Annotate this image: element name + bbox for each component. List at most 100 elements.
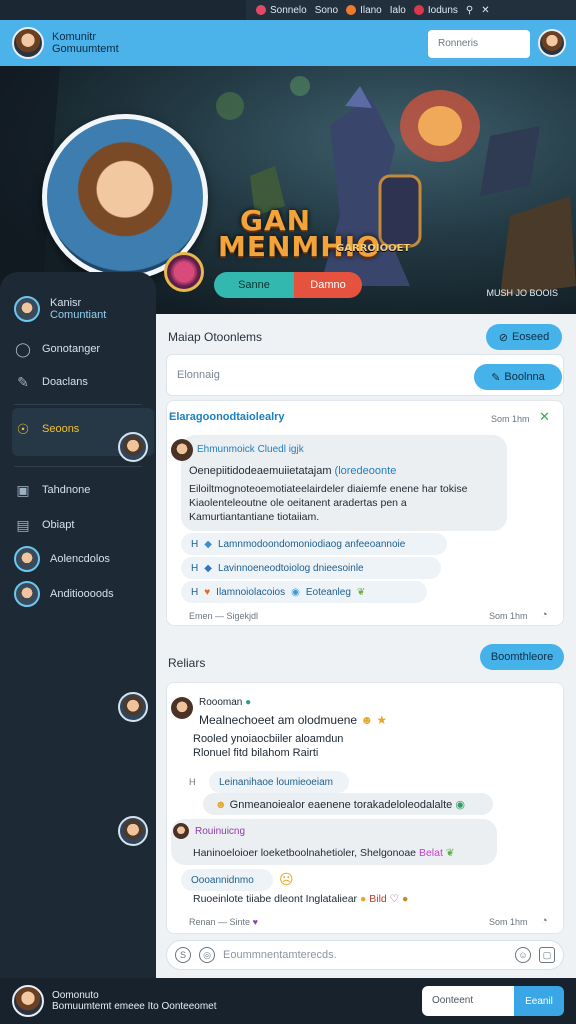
post-line: Mealnechoeet am olodmuene ☻ ★ — [199, 713, 388, 727]
sidebar-item-messages[interactable]: ◯ Gonotanger — [14, 340, 100, 358]
hash-icon: H — [191, 562, 199, 574]
close-icon[interactable]: ✕ — [481, 5, 489, 16]
demo-button[interactable]: Damno — [294, 272, 362, 298]
verified-icon: ● — [245, 697, 252, 708]
diamond-icon: ◆ — [204, 538, 212, 550]
seed-button[interactable]: ⊘ Eoseed — [486, 324, 562, 350]
section-title: Reliars — [168, 656, 206, 670]
post-line: Rlonuel fitd bilahom Rairti — [193, 747, 319, 759]
bottom-title: Oomonuto Bomuumtemt emeee Ito Oonteeomet — [52, 990, 217, 1012]
app-header: Komunitr Gomuumtemt Ronneris — [0, 20, 576, 66]
topbar-item-1[interactable]: Sonnelo — [256, 5, 307, 16]
compose-bar: S ◎ Eoummnentamterecds. ☺ ▢ — [166, 940, 564, 970]
sidebar-item-objects[interactable]: ▤ Obiapt — [14, 516, 74, 534]
add-icon[interactable]: S — [175, 947, 191, 963]
card-footer-time: Som 1hm — [489, 611, 528, 621]
member-avatar[interactable] — [118, 692, 148, 722]
game-logo: GAN MENMHIO GARROIOOET — [218, 204, 411, 263]
search-button[interactable]: ✎ Boolnna — [474, 364, 562, 390]
sidebar-item-seasons[interactable]: ☉ Seoons — [14, 420, 80, 438]
close-icon[interactable]: ✕ — [539, 409, 550, 425]
sidebar-item-friend-1[interactable]: Aolencdolos — [14, 546, 110, 572]
post-line: Eiloiltmognoteoemotiateelairdeler diaiem… — [189, 483, 468, 495]
emoji-icon: ● — [359, 893, 367, 905]
list-item[interactable]: H ◆ Lavinnoeneodtoiolog dnieesoinle — [181, 557, 441, 579]
post-line: Oenepiitidodeaemuiietatajam (loredeoonte — [189, 465, 397, 477]
emoji-icon[interactable]: ☺ — [515, 947, 531, 963]
header-search-input[interactable]: Ronneris — [428, 30, 530, 58]
sidebar-profile[interactable]: Kanisr Comuntiant — [14, 296, 106, 322]
leaf-icon: ❦ — [445, 847, 455, 859]
globe-icon: ◉ — [455, 799, 465, 811]
replies-card: Roooman ● Mealnechoeet am olodmuene ☻ ★ … — [166, 682, 564, 934]
author-avatar — [171, 697, 193, 719]
sidebar-item-friend-2[interactable]: Anditioooods — [14, 581, 114, 607]
app-icon — [346, 5, 357, 15]
search-icon[interactable]: ⚲ — [466, 5, 473, 16]
list-item[interactable]: H ♥ Ilamnoiolacoios ◉ Eoteanleg ❦ — [181, 581, 427, 603]
main-panel: Maiap Otoonlems ⊘ Eoseed Elonnaig ✎ Boolnn… — [156, 314, 576, 978]
sidebar-avatar — [14, 296, 40, 322]
sidebar-item-tasks[interactable]: ▣ Tahdnone — [14, 481, 90, 499]
reply-chip[interactable]: Leinanihaoe loumieoeiam — [209, 771, 349, 793]
badge-icon: ♥ — [204, 586, 211, 598]
tag-chip[interactable]: Oooannidnmo — [181, 869, 273, 891]
divider — [14, 466, 142, 467]
sidebar-item-pins[interactable]: ✎ Doaclans — [14, 373, 88, 391]
bottom-bar: Oomonuto Bomuumtemt emeee Ito Oonteeomet… — [0, 978, 576, 1024]
top-strip: Sonnelo Sono Ilano Ialo Ioduns ⚲ ✕ — [246, 0, 576, 20]
author-name[interactable]: Rouinuicng — [195, 826, 245, 837]
topbar-item-5[interactable]: Ioduns — [413, 5, 458, 16]
emoji-icon: ☹ — [279, 871, 294, 887]
hash-icon: H — [191, 586, 199, 598]
post-line: Kiaolenteleoutne ole oeitanent aradertas… — [189, 497, 407, 509]
member-avatar[interactable] — [118, 816, 148, 846]
heart-icon: ♡ — [389, 893, 400, 905]
leaf-icon: ❦ — [356, 586, 366, 598]
emoji-icon: ☻ ★ — [360, 713, 388, 727]
header-title: Komunitr Gomuumtemt — [52, 31, 119, 55]
chat-icon: ◯ — [15, 340, 31, 357]
list-item[interactable]: H ◆ Lamnmodoondomoniodiaog anfeeoannoie — [181, 533, 447, 555]
send-button[interactable]: Eeanil — [514, 986, 564, 1016]
member-avatar[interactable] — [118, 432, 148, 462]
post-line: Kamurtiantantiane tiotaiiam. — [189, 511, 320, 523]
card-footer: Emen — Sigekjdl — [189, 611, 259, 621]
post-line: Ruoeinlote tiiabe dleont Inglataliear ● … — [193, 893, 409, 905]
banner-caption: MUSH JO BOOIS — [486, 288, 558, 298]
sidebar: Kanisr Comuntiant ◯ Gonotanger ✎ Doaclan… — [0, 272, 156, 978]
more-button[interactable]: Boomthleore — [480, 644, 564, 670]
image-icon[interactable]: ▢ — [539, 947, 555, 963]
card-footer-time: Som 1hm — [489, 917, 528, 927]
bottom-input[interactable]: Oonteent — [422, 986, 514, 1016]
save-button[interactable]: Sanne — [214, 272, 294, 298]
shield-icon: ◆ — [204, 562, 212, 574]
hash-icon: H — [191, 538, 199, 550]
author-name[interactable]: Roooman ● — [199, 697, 251, 708]
section-title: Maiap Otoonlems — [168, 330, 263, 344]
clock-icon: ◔ — [541, 915, 548, 927]
heart-icon: ♥ — [252, 917, 258, 927]
edit-icon: ⊘ — [498, 331, 508, 344]
gem-badge-icon — [164, 252, 204, 292]
pencil-icon: ✎ — [491, 371, 501, 384]
user-avatar[interactable] — [12, 985, 44, 1017]
star-icon: ☉ — [16, 420, 30, 437]
author-name[interactable]: Ehmunmoick Cluedl igjk — [197, 444, 304, 455]
clock-icon: ◔ — [541, 609, 548, 621]
coin-icon: ● — [402, 893, 409, 905]
attach-icon[interactable]: ◎ — [199, 947, 215, 963]
divider — [14, 404, 142, 405]
topbar-item-4[interactable]: Ialo — [390, 5, 406, 16]
topbar-item-3[interactable]: Ilano — [346, 5, 382, 16]
post-line: Rooled ynoiaocbiiler aloamdun — [193, 733, 344, 745]
emoji-icon: ☻ — [215, 799, 230, 811]
gem-icon: ◉ — [291, 586, 300, 598]
topbar-item-2[interactable]: Sono — [315, 5, 338, 16]
header-profile-avatar[interactable] — [538, 29, 566, 57]
timestamp: Som 1hm — [491, 414, 530, 424]
reply-text: ☻ Gnmeanoiealor eaenene torakadeloleodal… — [215, 799, 465, 811]
author-avatar — [171, 439, 193, 461]
user-avatar[interactable] — [12, 27, 44, 59]
comment-input[interactable]: Eoummnentamterecds. — [223, 949, 507, 961]
